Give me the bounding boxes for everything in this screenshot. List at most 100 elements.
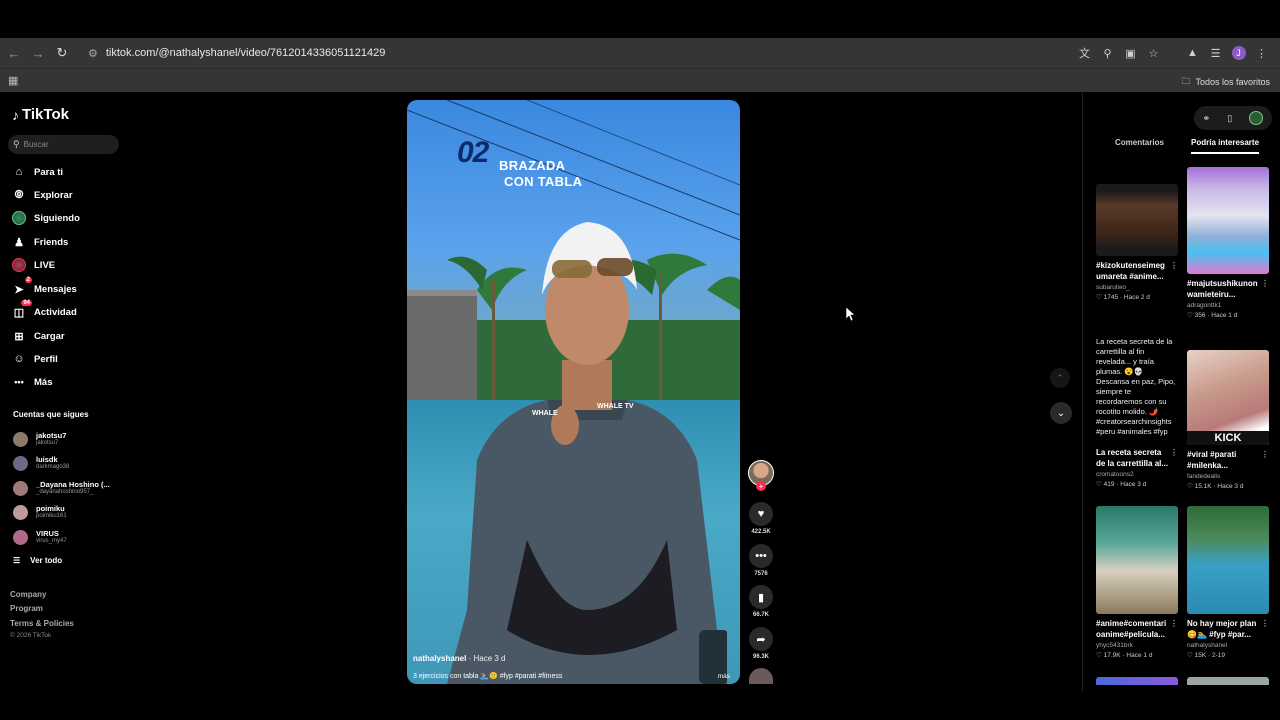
card-time: Hace 3 d — [1217, 483, 1244, 490]
following-item[interactable]: poimiku poimiku161 — [13, 502, 67, 522]
footer-program-link[interactable]: Program — [10, 604, 43, 613]
card-title-text: #viral #parati #milenka... — [1187, 450, 1237, 470]
panel-toolbar: ⚭ ▯ — [1194, 106, 1272, 130]
shirt-logo-right: WHALE TV — [597, 403, 634, 410]
tiktok-logo[interactable]: ♪ TikTok — [12, 106, 69, 123]
more-options-icon[interactable]: ⋮ — [1261, 278, 1269, 289]
recommended-video-card[interactable]: No hay mejor plan 😋🏊 #fyp #par... ⋮ natha… — [1187, 506, 1269, 659]
following-name: _Dayana Hoshino (... — [36, 479, 110, 489]
compass-icon[interactable]: ⚭ — [1203, 113, 1211, 124]
card-likes: 15K — [1194, 652, 1207, 659]
card-user[interactable]: cromatoons2 — [1096, 471, 1178, 478]
heart-outline-icon: ♡ — [1187, 652, 1193, 659]
reload-icon[interactable]: ↻ — [50, 41, 74, 65]
more-options-icon[interactable]: ⋮ — [1170, 447, 1178, 458]
bookmark-star-icon[interactable]: ☆ — [1143, 41, 1164, 65]
media-controls-icon[interactable]: ☰ — [1205, 41, 1226, 65]
nav-live[interactable]: LIVE — [12, 256, 55, 274]
nav-mensajes[interactable]: ➤ 2 Mensajes — [12, 277, 77, 298]
back-icon[interactable]: ← — [2, 41, 26, 65]
following-item[interactable]: _Dayana Hoshino (... _dayanahoshino957_ — [13, 478, 110, 498]
footer-company-link[interactable]: Company — [10, 590, 46, 599]
menu-kebab-icon[interactable]: ⋮ — [1251, 41, 1272, 65]
more-options-icon[interactable]: ⋮ — [1170, 260, 1178, 271]
nav-actividad[interactable]: ◫ 94 Actividad — [12, 300, 77, 321]
card-user[interactable]: fandedealis — [1187, 473, 1269, 480]
recommended-video-card[interactable]: La receta secreta de la carrettilla al f… — [1096, 337, 1178, 488]
card-user[interactable]: nathalyshanel — [1187, 642, 1269, 649]
user-avatar[interactable] — [1249, 111, 1264, 125]
video-author[interactable]: nathalyshanel · Hace 3 d — [413, 654, 506, 663]
comment-count: 7576 — [754, 571, 768, 577]
url-text: tiktok.com/@nathalyshanel/video/76120143… — [105, 47, 386, 59]
overlay-number: 02 — [457, 136, 489, 169]
all-bookmarks-button[interactable]: 🗀 Todos los favoritos — [1181, 74, 1270, 90]
more-options-icon[interactable]: ⋮ — [1261, 449, 1269, 460]
save-button[interactable]: ▮ 66.7K — [748, 585, 774, 618]
follow-plus-icon[interactable]: + — [756, 481, 766, 491]
like-button[interactable]: ♥ 422.5K — [748, 502, 774, 535]
following-name: jakotsu7 — [36, 430, 67, 440]
video-thumbnail-partial[interactable] — [1096, 677, 1178, 685]
chevron-up-icon: ⌃ — [1056, 372, 1064, 383]
recommended-video-card[interactable]: #majutsushikunon wamieteiru... ⋮ adragont… — [1187, 167, 1269, 319]
card-user[interactable]: yhyc5431brk — [1096, 642, 1178, 649]
nav-label: Explorar — [34, 189, 73, 201]
recommended-video-card[interactable]: #anime#comentari oanime#pelicula... ⋮ yhy… — [1096, 506, 1178, 659]
nav-friends[interactable]: ♟ Friends — [12, 233, 68, 251]
heart-icon: ♥ — [749, 502, 773, 526]
video-thumbnail: KICK — [1187, 350, 1269, 445]
upload-icon: ⊞ — [14, 330, 24, 343]
video-description: 3 ejercicios con tabla 🏊‍♀️🙂 #fyp #parat… — [413, 673, 563, 680]
card-user[interactable]: subarutwo_ — [1096, 284, 1178, 291]
next-video-button[interactable]: ⌄ — [1050, 402, 1072, 424]
translate-icon[interactable]: 文 — [1074, 41, 1095, 65]
more-options-icon[interactable]: ⋮ — [1170, 618, 1178, 629]
site-info-icon[interactable]: ⚙ — [88, 47, 98, 60]
address-bar[interactable]: ⚙ tiktok.com/@nathalyshanel/video/761201… — [80, 41, 1170, 65]
card-meta: ♡ 356 · Hace 1 d — [1187, 312, 1238, 319]
extensions-icon[interactable]: ▲ — [1182, 41, 1203, 65]
video-player[interactable]: 02 BRAZADA CON TABLA WHALE WHALE TV nath… — [407, 100, 740, 684]
nav-siguiendo[interactable]: Siguiendo — [12, 209, 80, 227]
nav-explorar[interactable]: ⦾ Explorar — [12, 186, 73, 204]
more-link[interactable]: más — [718, 673, 730, 680]
zoom-icon[interactable]: ⚲ — [1097, 41, 1118, 65]
following-handle: _dayanahoshino957_ — [36, 488, 94, 495]
nav-para-ti[interactable]: ⌂ Para ti — [12, 163, 63, 181]
see-all-button[interactable]: ☰ Ver todo — [13, 556, 62, 565]
save-count: 66.7K — [752, 612, 769, 618]
overlay-line2: CON TABLA — [504, 174, 583, 189]
following-item[interactable]: VIRUS virus_my47 — [13, 527, 67, 547]
comment-button[interactable]: ••• 7576 — [748, 544, 774, 577]
share-button[interactable]: ➦ 96.3K — [748, 627, 774, 660]
apps-grid-icon[interactable]: ▦ — [8, 74, 18, 87]
footer-terms-link[interactable]: Terms & Policies — [10, 619, 74, 628]
profile-button[interactable]: J — [1228, 41, 1249, 65]
card-title-text: #anime#comentari oanime#pelicula... — [1096, 619, 1167, 639]
profile-icon: ☺ — [13, 353, 25, 365]
more-options-icon[interactable]: ⋮ — [1261, 618, 1269, 629]
nav-mas[interactable]: ••• Más — [12, 373, 52, 391]
inbox-icon: ◫ 94 — [13, 300, 32, 319]
phone-icon[interactable]: ▯ — [1227, 113, 1232, 124]
previous-video-button[interactable]: ⌃ — [1050, 368, 1070, 388]
messages-badge: 2 — [24, 277, 32, 283]
overlay-line1: BRAZADA — [499, 158, 566, 173]
forward-icon[interactable]: → — [26, 41, 50, 65]
nav-label: Más — [34, 376, 53, 388]
install-app-icon[interactable]: ▣ — [1120, 41, 1141, 65]
recommended-video-card[interactable]: KICK #viral #parati #milenka... ⋮ fandede… — [1187, 350, 1269, 490]
tab-podria-interesarte[interactable]: Podría interesarte — [1191, 138, 1260, 154]
card-user[interactable]: adragonttk1 — [1187, 302, 1269, 309]
following-item[interactable]: luisdk darkmago38 — [13, 453, 69, 473]
tab-comentarios[interactable]: Comentarios — [1115, 138, 1164, 147]
search-input[interactable]: ⚲ Buscar — [8, 135, 119, 154]
video-thumbnail-partial[interactable] — [1187, 677, 1269, 685]
nav-cargar[interactable]: ⊞ Cargar — [12, 327, 64, 345]
recommended-video-card[interactable]: #kizokutenseimeg umareta #anime... ⋮ suba… — [1096, 184, 1178, 301]
bookmarks-bar: ▦ 🗀 Todos los favoritos — [0, 68, 1280, 92]
sound-disc[interactable] — [749, 668, 773, 684]
following-item[interactable]: jakotsu7 jakotsu7 — [13, 429, 66, 449]
nav-perfil[interactable]: ☺ Perfil — [12, 350, 57, 368]
